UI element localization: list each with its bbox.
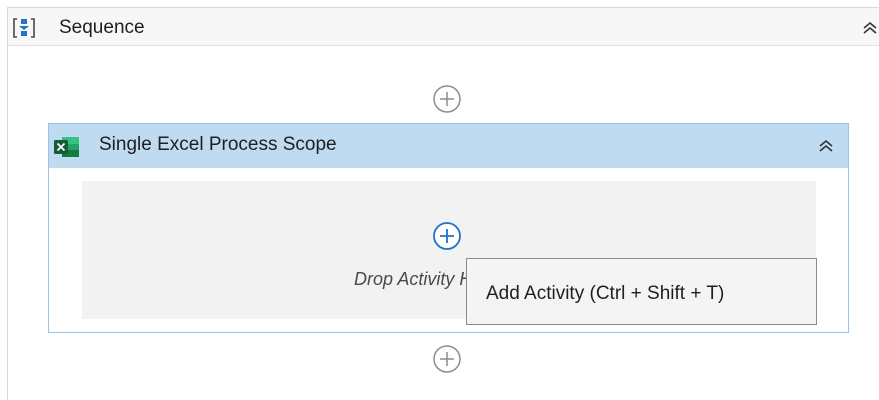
add-activity-plus-icon[interactable]	[432, 221, 462, 251]
scope-header[interactable]: Single Excel Process Scope	[49, 124, 848, 168]
add-activity-bottom-plus-icon[interactable]	[432, 344, 462, 374]
sequence-title: Sequence	[59, 17, 145, 38]
workflow-designer-canvas: Sequence Single Excel Process Scope Drop…	[0, 0, 879, 400]
tooltip-text: Add Activity (Ctrl + Shift + T)	[486, 283, 725, 304]
sequence-icon	[12, 17, 36, 39]
excel-icon	[54, 137, 79, 157]
sequence-collapse-icon[interactable]	[861, 20, 879, 36]
add-activity-tooltip: Add Activity (Ctrl + Shift + T)	[466, 258, 817, 325]
scope-title: Single Excel Process Scope	[99, 134, 337, 155]
add-activity-top-plus-icon[interactable]	[432, 84, 462, 114]
drop-activity-hint: Drop Activity Here	[354, 269, 470, 289]
sequence-header[interactable]: Sequence	[8, 8, 879, 46]
scope-collapse-icon[interactable]	[817, 138, 835, 154]
